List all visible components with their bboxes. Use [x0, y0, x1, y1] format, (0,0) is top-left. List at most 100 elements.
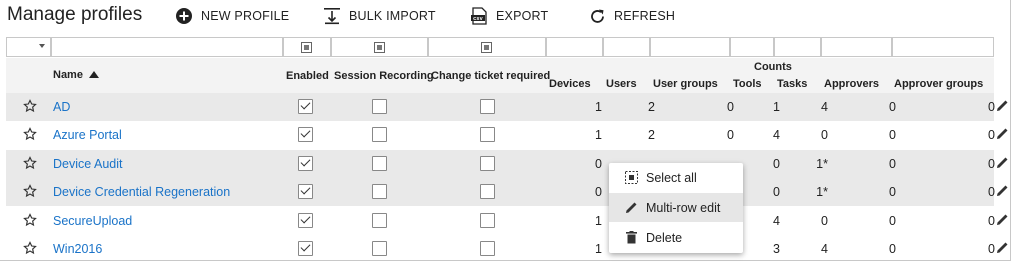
- refresh-icon: [588, 7, 606, 25]
- delete-menu-item[interactable]: Delete: [609, 223, 743, 252]
- table-row[interactable]: Device Credential Regeneration 0 0 1* 0 0: [6, 178, 1008, 206]
- select-all-menu-item[interactable]: Select all: [609, 163, 743, 192]
- devices-filter-input[interactable]: [546, 37, 603, 57]
- approvers-count: 0: [889, 185, 896, 199]
- select-all-icon: [624, 171, 638, 185]
- enabled-checkbox[interactable]: [298, 156, 313, 171]
- change-ticket-checkbox[interactable]: [480, 156, 495, 171]
- multi-row-edit-menu-item[interactable]: Multi-row edit: [609, 193, 743, 222]
- approver-groups-count: 0: [988, 100, 995, 114]
- change-ticket-checkbox[interactable]: [480, 241, 495, 256]
- approver-groups-column-header[interactable]: Approver groups: [894, 78, 983, 90]
- tasks-count: 4: [821, 242, 828, 256]
- favorite-star-icon[interactable]: [23, 184, 37, 198]
- export-button[interactable]: csv EXPORT: [470, 7, 548, 25]
- user-groups-filter-input[interactable]: [650, 37, 730, 57]
- table-row[interactable]: Azure Portal 1 2 0 4 0 0 0: [6, 121, 1008, 149]
- edit-pencil-icon[interactable]: [996, 127, 1010, 141]
- table-row[interactable]: Device Audit 0 0 1* 0 0: [6, 150, 1008, 178]
- tasks-count: 4: [821, 100, 828, 114]
- table-row[interactable]: AD 1 2 0 1 4 0 0: [6, 93, 1008, 121]
- change-ticket-checkbox[interactable]: [480, 213, 495, 228]
- user-groups-column-header[interactable]: User groups: [653, 78, 718, 90]
- edit-pencil-icon[interactable]: [996, 241, 1010, 255]
- bulk-import-button[interactable]: BULK IMPORT: [323, 7, 436, 25]
- users-column-header[interactable]: Users: [606, 78, 637, 90]
- tools-count: 3: [773, 242, 780, 256]
- ticket-filter-checkbox[interactable]: [481, 42, 492, 53]
- user-groups-count: 0: [727, 128, 734, 142]
- tasks-column-header[interactable]: Tasks: [777, 78, 807, 90]
- table-row[interactable]: Win2016 1 3 4 0 0: [6, 235, 1008, 263]
- profile-name-link[interactable]: Device Audit: [53, 157, 122, 171]
- approvers-count: 0: [889, 214, 896, 228]
- users-filter-input[interactable]: [603, 37, 650, 57]
- approver-groups-filter-input[interactable]: [892, 37, 994, 57]
- multi-row-edit-label: Multi-row edit: [646, 200, 721, 215]
- page-title: Manage profiles: [7, 4, 143, 25]
- devices-count: 0: [595, 157, 602, 171]
- devices-count: 1: [595, 100, 602, 114]
- session-recording-checkbox[interactable]: [372, 213, 387, 228]
- tools-count: 4: [773, 128, 780, 142]
- tasks-count: 0: [821, 128, 828, 142]
- approvers-filter-input[interactable]: [821, 37, 892, 57]
- favorite-star-icon[interactable]: [23, 156, 37, 170]
- favorite-star-icon[interactable]: [23, 213, 37, 227]
- enabled-checkbox[interactable]: [298, 184, 313, 199]
- tasks-count: 1*: [816, 157, 828, 171]
- profile-name-link[interactable]: Device Credential Regeneration: [53, 185, 230, 199]
- edit-pencil-icon[interactable]: [996, 213, 1010, 227]
- ticket-filter[interactable]: [428, 37, 546, 57]
- enabled-filter[interactable]: [283, 37, 331, 57]
- session-recording-checkbox[interactable]: [372, 156, 387, 171]
- approvers-column-header[interactable]: Approvers: [824, 78, 879, 90]
- edit-pencil-icon[interactable]: [996, 99, 1010, 113]
- new-profile-label: NEW PROFILE: [201, 9, 290, 23]
- favorite-star-icon[interactable]: [23, 99, 37, 113]
- table-row[interactable]: SecureUpload 1 4 0 0 0: [6, 207, 1008, 235]
- enabled-checkbox[interactable]: [298, 213, 313, 228]
- refresh-button[interactable]: REFRESH: [588, 7, 675, 25]
- tools-count: 0: [773, 157, 780, 171]
- enabled-filter-checkbox[interactable]: [301, 42, 312, 53]
- change-ticket-checkbox[interactable]: [480, 127, 495, 142]
- profile-name-link[interactable]: SecureUpload: [53, 214, 132, 228]
- edit-pencil-icon[interactable]: [996, 156, 1010, 170]
- favorite-star-icon[interactable]: [23, 241, 37, 255]
- session-recording-checkbox[interactable]: [372, 184, 387, 199]
- enabled-checkbox[interactable]: [298, 241, 313, 256]
- enabled-checkbox[interactable]: [298, 99, 313, 114]
- column-chooser-dropdown[interactable]: [6, 37, 51, 57]
- tools-filter-input[interactable]: [730, 37, 774, 57]
- change-ticket-column-header[interactable]: Change ticket required: [431, 70, 550, 82]
- favorite-star-icon[interactable]: [23, 127, 37, 141]
- session-filter-checkbox[interactable]: [374, 42, 385, 53]
- session-filter[interactable]: [331, 37, 428, 57]
- session-recording-column-header[interactable]: Session Recording: [334, 70, 434, 82]
- name-filter-input[interactable]: [51, 37, 283, 57]
- tools-count: 4: [773, 214, 780, 228]
- context-menu: Select all Multi-row edit Delete: [609, 163, 743, 253]
- user-groups-count: 0: [727, 100, 734, 114]
- session-recording-checkbox[interactable]: [372, 99, 387, 114]
- approver-groups-count: 0: [988, 214, 995, 228]
- change-ticket-checkbox[interactable]: [480, 99, 495, 114]
- tools-column-header[interactable]: Tools: [733, 78, 762, 90]
- profile-name-link[interactable]: Win2016: [53, 242, 102, 256]
- refresh-label: REFRESH: [614, 9, 676, 23]
- tasks-count: 0: [821, 214, 828, 228]
- session-recording-checkbox[interactable]: [372, 241, 387, 256]
- session-recording-checkbox[interactable]: [372, 127, 387, 142]
- devices-column-header[interactable]: Devices: [549, 78, 591, 90]
- tasks-filter-input[interactable]: [774, 37, 821, 57]
- new-profile-button[interactable]: NEW PROFILE: [175, 7, 289, 25]
- enabled-checkbox[interactable]: [298, 127, 313, 142]
- devices-count: 1: [595, 242, 602, 256]
- change-ticket-checkbox[interactable]: [480, 184, 495, 199]
- name-column-header[interactable]: Name: [53, 69, 100, 81]
- edit-pencil-icon[interactable]: [996, 184, 1010, 198]
- profile-name-link[interactable]: Azure Portal: [53, 128, 122, 142]
- enabled-column-header[interactable]: Enabled: [286, 70, 329, 82]
- profile-name-link[interactable]: AD: [53, 100, 70, 114]
